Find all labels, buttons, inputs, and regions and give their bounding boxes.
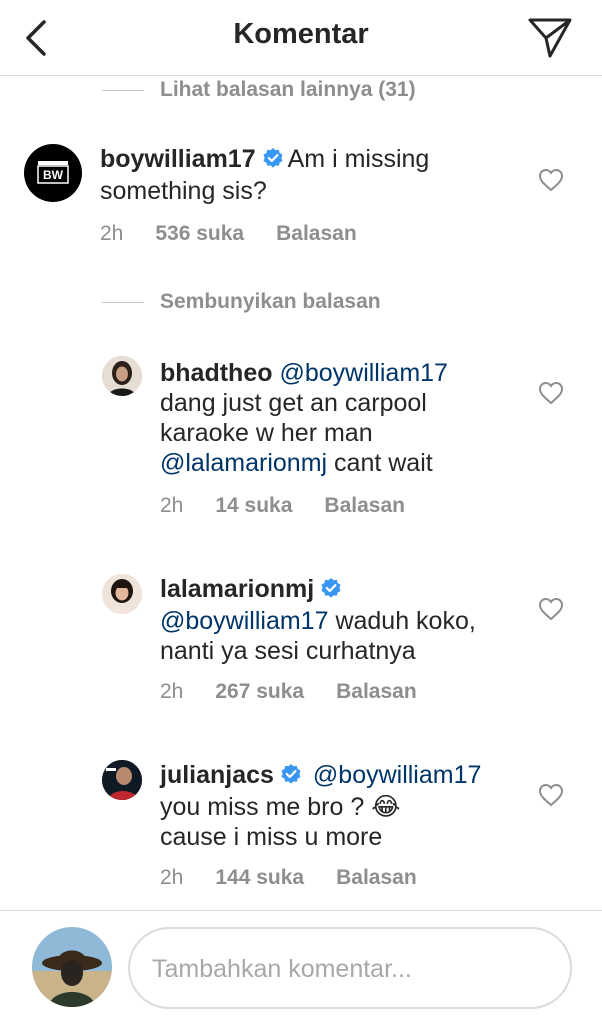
verified-badge-icon bbox=[320, 576, 342, 606]
comment-meta: 2h 14 suka Balasan bbox=[160, 494, 405, 518]
like-count[interactable]: 144 suka bbox=[215, 866, 304, 890]
comment-text: julianjacs @boywilliam17 you miss me bro… bbox=[160, 760, 530, 852]
current-user-avatar bbox=[32, 927, 112, 1007]
like-count[interactable]: 267 suka bbox=[215, 680, 304, 704]
username[interactable]: julianjacs bbox=[160, 761, 274, 789]
heart-icon[interactable] bbox=[538, 783, 564, 807]
comment-text-line: nanti ya sesi curhatnya bbox=[160, 637, 416, 665]
comment-text-line: karaoke w her man bbox=[160, 419, 373, 447]
comment-meta: 2h 144 suka Balasan bbox=[160, 866, 417, 890]
mention-link[interactable]: @lalamarionmj bbox=[160, 449, 327, 477]
mention-link[interactable]: @boywilliam17 bbox=[279, 359, 448, 387]
like-count[interactable]: 536 suka bbox=[155, 222, 244, 246]
profile-photo-icon bbox=[102, 574, 142, 614]
avatar[interactable] bbox=[102, 574, 142, 614]
reply-button[interactable]: Balasan bbox=[324, 494, 405, 518]
paper-plane-icon bbox=[528, 18, 572, 58]
comment-text-line: something sis? bbox=[100, 177, 267, 205]
comment-text: bhadtheo @boywilliam17 dang just get an … bbox=[160, 358, 530, 478]
comment-input-wrapper bbox=[128, 927, 572, 1009]
comment-meta: 2h 267 suka Balasan bbox=[160, 680, 417, 704]
profile-photo-icon bbox=[102, 356, 142, 396]
profile-photo-icon bbox=[32, 927, 112, 1007]
heart-icon[interactable] bbox=[538, 381, 564, 405]
reply-button[interactable]: Balasan bbox=[336, 866, 417, 890]
comment-meta: 2h 536 suka Balasan bbox=[100, 222, 357, 246]
view-more-replies-label: Lihat balasan lainnya (31) bbox=[160, 78, 416, 101]
comment-text-line: dang just get an carpool bbox=[160, 389, 427, 417]
comment-text-line: you miss me bro ? bbox=[160, 793, 365, 821]
comment-text-line: cause i miss u more bbox=[160, 823, 383, 851]
svg-text:BW: BW bbox=[43, 168, 64, 182]
timestamp: 2h bbox=[160, 680, 184, 703]
timestamp: 2h bbox=[160, 494, 184, 517]
username[interactable]: boywilliam17 bbox=[100, 145, 256, 173]
comment-text-line: cant wait bbox=[327, 449, 433, 477]
comment-text-line: waduh koko, bbox=[328, 607, 476, 635]
avatar[interactable] bbox=[102, 356, 142, 396]
laughing-emoji-icon: 😂 bbox=[371, 793, 401, 821]
bw-logo-icon: BW bbox=[37, 161, 69, 184]
username[interactable]: lalamarionmj bbox=[160, 575, 314, 603]
timestamp: 2h bbox=[160, 866, 184, 889]
verified-badge-icon bbox=[262, 146, 284, 176]
avatar[interactable]: BW bbox=[24, 144, 82, 202]
comment-text-line: Am i missing bbox=[287, 145, 430, 173]
page-title: Komentar bbox=[233, 18, 369, 50]
comment-text: boywilliam17 Am i missing something sis? bbox=[100, 144, 520, 206]
hide-replies-label: Sembunyikan balasan bbox=[160, 290, 381, 313]
top-nav-bar: Komentar bbox=[0, 0, 602, 76]
mention-link[interactable]: @boywilliam17 bbox=[160, 607, 329, 635]
heart-icon[interactable] bbox=[538, 168, 564, 192]
comment-text: lalamarionmj @boywilliam17 waduh koko, n… bbox=[160, 574, 530, 666]
like-count[interactable]: 14 suka bbox=[215, 494, 292, 518]
verified-badge-icon bbox=[280, 762, 302, 792]
timestamp: 2h bbox=[100, 222, 124, 245]
share-button[interactable] bbox=[526, 14, 574, 62]
comment-composer bbox=[0, 910, 602, 1024]
divider-line bbox=[102, 301, 144, 303]
divider-line bbox=[102, 89, 144, 91]
view-more-replies[interactable]: Lihat balasan lainnya (31) bbox=[102, 78, 416, 102]
reply-button[interactable]: Balasan bbox=[336, 680, 417, 704]
comment-input[interactable] bbox=[152, 947, 552, 991]
mention-link[interactable]: @boywilliam17 bbox=[313, 761, 482, 789]
profile-photo-icon bbox=[102, 760, 142, 800]
heart-icon[interactable] bbox=[538, 597, 564, 621]
username[interactable]: bhadtheo bbox=[160, 359, 273, 387]
reply-button[interactable]: Balasan bbox=[276, 222, 357, 246]
hide-replies[interactable]: Sembunyikan balasan bbox=[102, 290, 381, 314]
avatar[interactable] bbox=[102, 760, 142, 800]
